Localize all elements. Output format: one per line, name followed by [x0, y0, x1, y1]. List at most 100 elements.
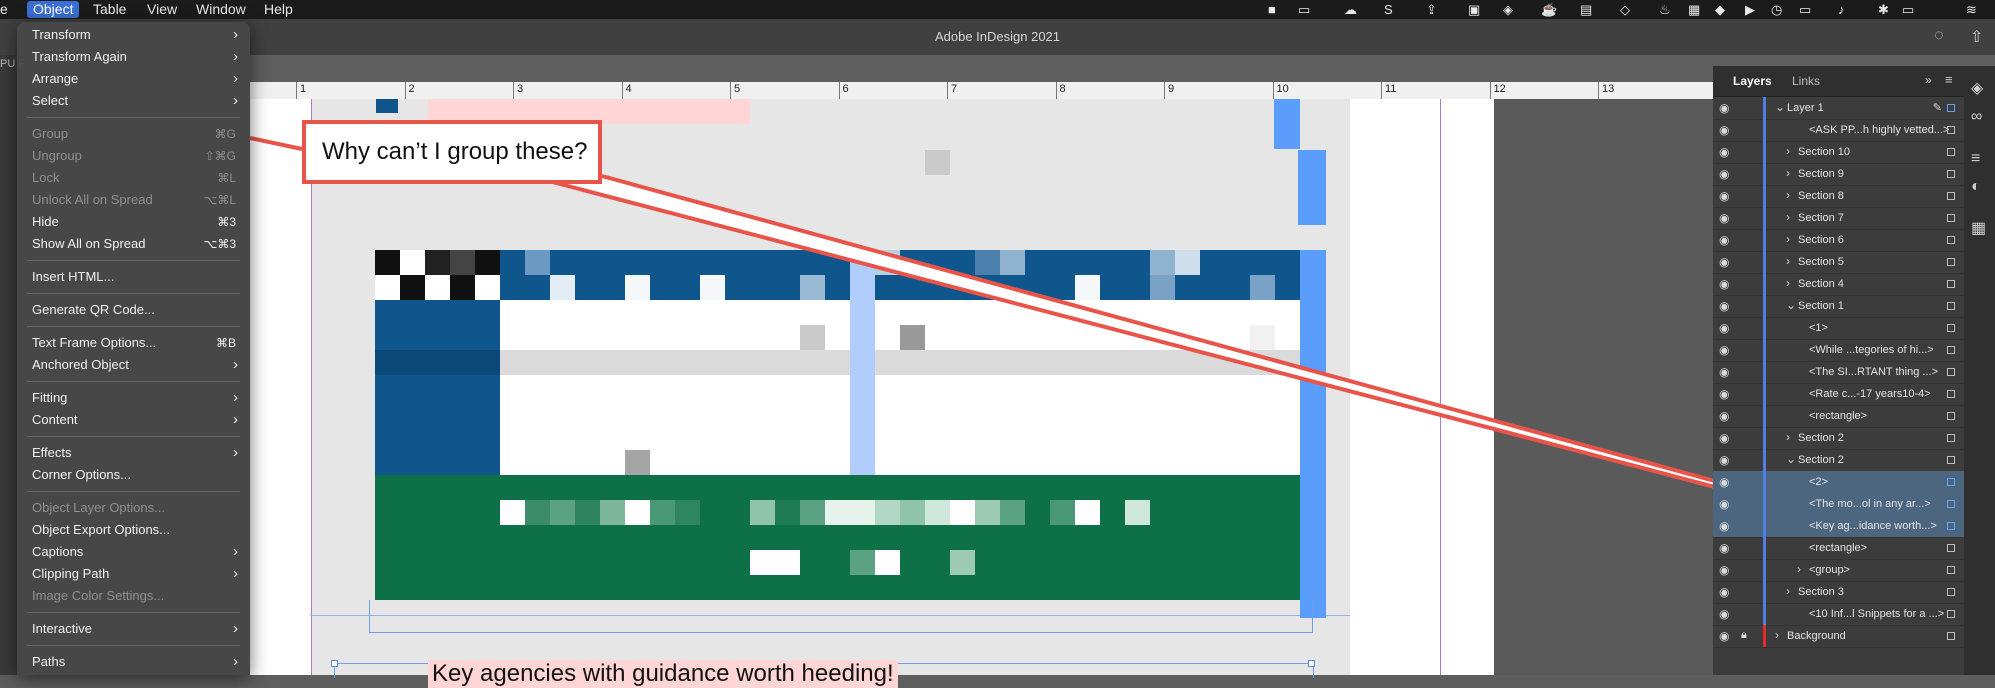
selection-square-icon[interactable] [1947, 258, 1955, 266]
eye-icon[interactable]: ◉ [1719, 123, 1729, 137]
chevron-right-icon[interactable]: › [1786, 430, 1790, 444]
selection-square-icon[interactable] [1947, 302, 1955, 310]
header-box[interactable] [376, 99, 398, 113]
eye-icon[interactable]: ◉ [1719, 563, 1729, 577]
eye-icon[interactable]: ◉ [1719, 211, 1729, 225]
layer-row[interactable]: ◉ › <group> [1713, 559, 1964, 582]
eye-icon[interactable]: ◉ [1719, 321, 1729, 335]
table-body[interactable] [375, 300, 1300, 475]
chevron-right-icon[interactable]: › [1786, 144, 1790, 158]
swatches-icon[interactable]: ▦ [1971, 218, 1986, 238]
square-icon[interactable]: ▣ [1468, 2, 1480, 17]
shield-icon[interactable]: ◈ [1503, 2, 1513, 17]
menu-item-show-all-on-spread[interactable]: Show All on Spread ⌥⌘3 [17, 233, 250, 255]
menu-item-captions[interactable]: Captions › [17, 541, 250, 563]
layer-row[interactable]: ◉ ⌄ Layer 1 ✎ [1713, 97, 1964, 120]
lock-icon[interactable]: 🔒︎ [1741, 629, 1747, 642]
selection-square-icon[interactable] [1947, 236, 1955, 244]
selection-square-icon[interactable] [1947, 478, 1955, 486]
menu-view[interactable]: View [147, 1, 177, 18]
blue-side-bar[interactable] [1274, 99, 1300, 149]
s-app-icon[interactable]: S [1384, 2, 1393, 17]
battery-icon[interactable]: ▭ [1902, 2, 1914, 17]
chevron-right-icon[interactable]: › [1786, 584, 1790, 598]
selection-square-icon[interactable] [1947, 324, 1955, 332]
menu-item-fitting[interactable]: Fitting › [17, 387, 250, 409]
menu-item-transform-again[interactable]: Transform Again › [17, 46, 250, 68]
menu-item-effects[interactable]: Effects › [17, 442, 250, 464]
selection-square-icon[interactable] [1947, 346, 1955, 354]
eye-icon[interactable]: ◉ [1719, 519, 1729, 533]
creative-cloud-icon[interactable]: ☁ [1344, 2, 1357, 17]
chevron-right-icon[interactable]: › [1786, 232, 1790, 246]
eye-icon[interactable]: ◉ [1719, 475, 1729, 489]
layer-row[interactable]: ◉ <1> [1713, 317, 1964, 340]
chevron-down-icon[interactable]: ⌄ [1786, 452, 1796, 466]
selection-square-icon[interactable] [1947, 368, 1955, 376]
panel-menu-icon[interactable]: ≡ [1945, 72, 1953, 87]
eye-icon[interactable]: ◉ [1719, 409, 1729, 423]
chevron-right-icon[interactable]: › [1786, 276, 1790, 290]
menu-help[interactable]: Help [264, 1, 293, 18]
layer-row[interactable]: ◉ <Rate c...-17 years10-4> [1713, 383, 1964, 406]
menu-item-generate-qr-code[interactable]: Generate QR Code... [17, 299, 250, 321]
selection-handle[interactable] [331, 660, 338, 667]
green-footer-band[interactable] [375, 475, 1300, 600]
chevron-right-icon[interactable]: › [1775, 628, 1779, 642]
blue-side-bar[interactable] [1298, 150, 1326, 225]
eye-icon[interactable]: ◉ [1719, 189, 1729, 203]
share-icon[interactable]: ⇧ [1970, 27, 1983, 47]
horizontal-ruler[interactable]: 1 2 3 4 5 6 7 8 9 10 11 12 13 [250, 82, 1713, 100]
selection-square-icon[interactable] [1947, 566, 1955, 574]
selection-square-icon[interactable] [1947, 148, 1955, 156]
truck-icon[interactable]: ▤ [1580, 2, 1592, 17]
object-menu-dropdown[interactable]: Transform › Transform Again › Arrange › Select… [17, 22, 250, 675]
selection-square-icon[interactable] [1947, 170, 1955, 178]
eye-icon[interactable]: ◉ [1719, 255, 1729, 269]
dropbox-icon[interactable]: ◇ [1620, 2, 1630, 17]
selection-frame[interactable] [369, 600, 1313, 633]
eye-icon[interactable]: ◉ [1719, 585, 1729, 599]
selection-square-icon[interactable] [1947, 280, 1955, 288]
clock-icon[interactable]: ◷ [1771, 2, 1782, 17]
selection-square-icon[interactable] [1947, 610, 1955, 618]
menu-window[interactable]: Window [196, 1, 246, 18]
selection-square-icon[interactable] [1947, 214, 1955, 222]
menu-item-hide[interactable]: Hide ⌘3 [17, 211, 250, 233]
layer-row[interactable]: ◉ <rectangle> [1713, 537, 1964, 560]
layer-row[interactable]: ◉ ⌄ Section 2 [1713, 449, 1964, 472]
tab-layers[interactable]: Layers [1733, 74, 1772, 88]
selection-square-icon[interactable] [1947, 500, 1955, 508]
tab-links[interactable]: Links [1792, 74, 1820, 88]
menu-item-arrange[interactable]: Arrange › [17, 68, 250, 90]
layer-row[interactable]: ◉ › Section 9 [1713, 163, 1964, 186]
eye-icon[interactable]: ◉ [1719, 343, 1729, 357]
eye-icon[interactable]: ◉ [1719, 167, 1729, 181]
layer-row[interactable]: ◉ <rectangle> [1713, 405, 1964, 428]
layer-row[interactable]: ◉ <ASK PP...h highly vetted...> [1713, 119, 1964, 142]
layer-row[interactable]: ◉ › Section 3 [1713, 581, 1964, 604]
panel-collapse-icon[interactable]: » [1925, 73, 1932, 87]
video-icon[interactable]: ■ [1268, 2, 1276, 17]
menu-object[interactable]: Object [27, 1, 80, 18]
layer-row[interactable]: ◉ › Section 10 [1713, 141, 1964, 164]
stroke-icon[interactable]: ≡ [1971, 150, 1980, 168]
layer-row[interactable]: ◉ <10 Inf...l Snippets for a ...> [1713, 603, 1964, 626]
selection-square-icon[interactable] [1947, 588, 1955, 596]
menu-item-transform[interactable]: Transform › [17, 24, 250, 46]
table-left-column[interactable] [375, 300, 500, 475]
layers-icon[interactable]: ◈ [1971, 78, 1983, 98]
layer-row[interactable]: ◉ 🔒︎ › Background [1713, 625, 1964, 648]
menu-item-paths[interactable]: Paths › [17, 651, 250, 673]
color-icon[interactable]: ◐ [1971, 178, 1981, 196]
callout-box[interactable]: Why can’t I group these? [302, 120, 602, 184]
selection-square-icon[interactable] [1947, 544, 1955, 552]
coffee-icon[interactable]: ☕ [1541, 2, 1557, 17]
links-icon[interactable]: ∞ [1971, 108, 1982, 126]
eye-icon[interactable]: ◉ [1719, 365, 1729, 379]
selection-square-icon[interactable] [1947, 456, 1955, 464]
selection-square-icon[interactable] [1947, 390, 1955, 398]
menu-item-anchored-object[interactable]: Anchored Object › [17, 354, 250, 376]
layer-row[interactable]: ◉ › Section 4 [1713, 273, 1964, 296]
selection-square-icon[interactable] [1947, 192, 1955, 200]
